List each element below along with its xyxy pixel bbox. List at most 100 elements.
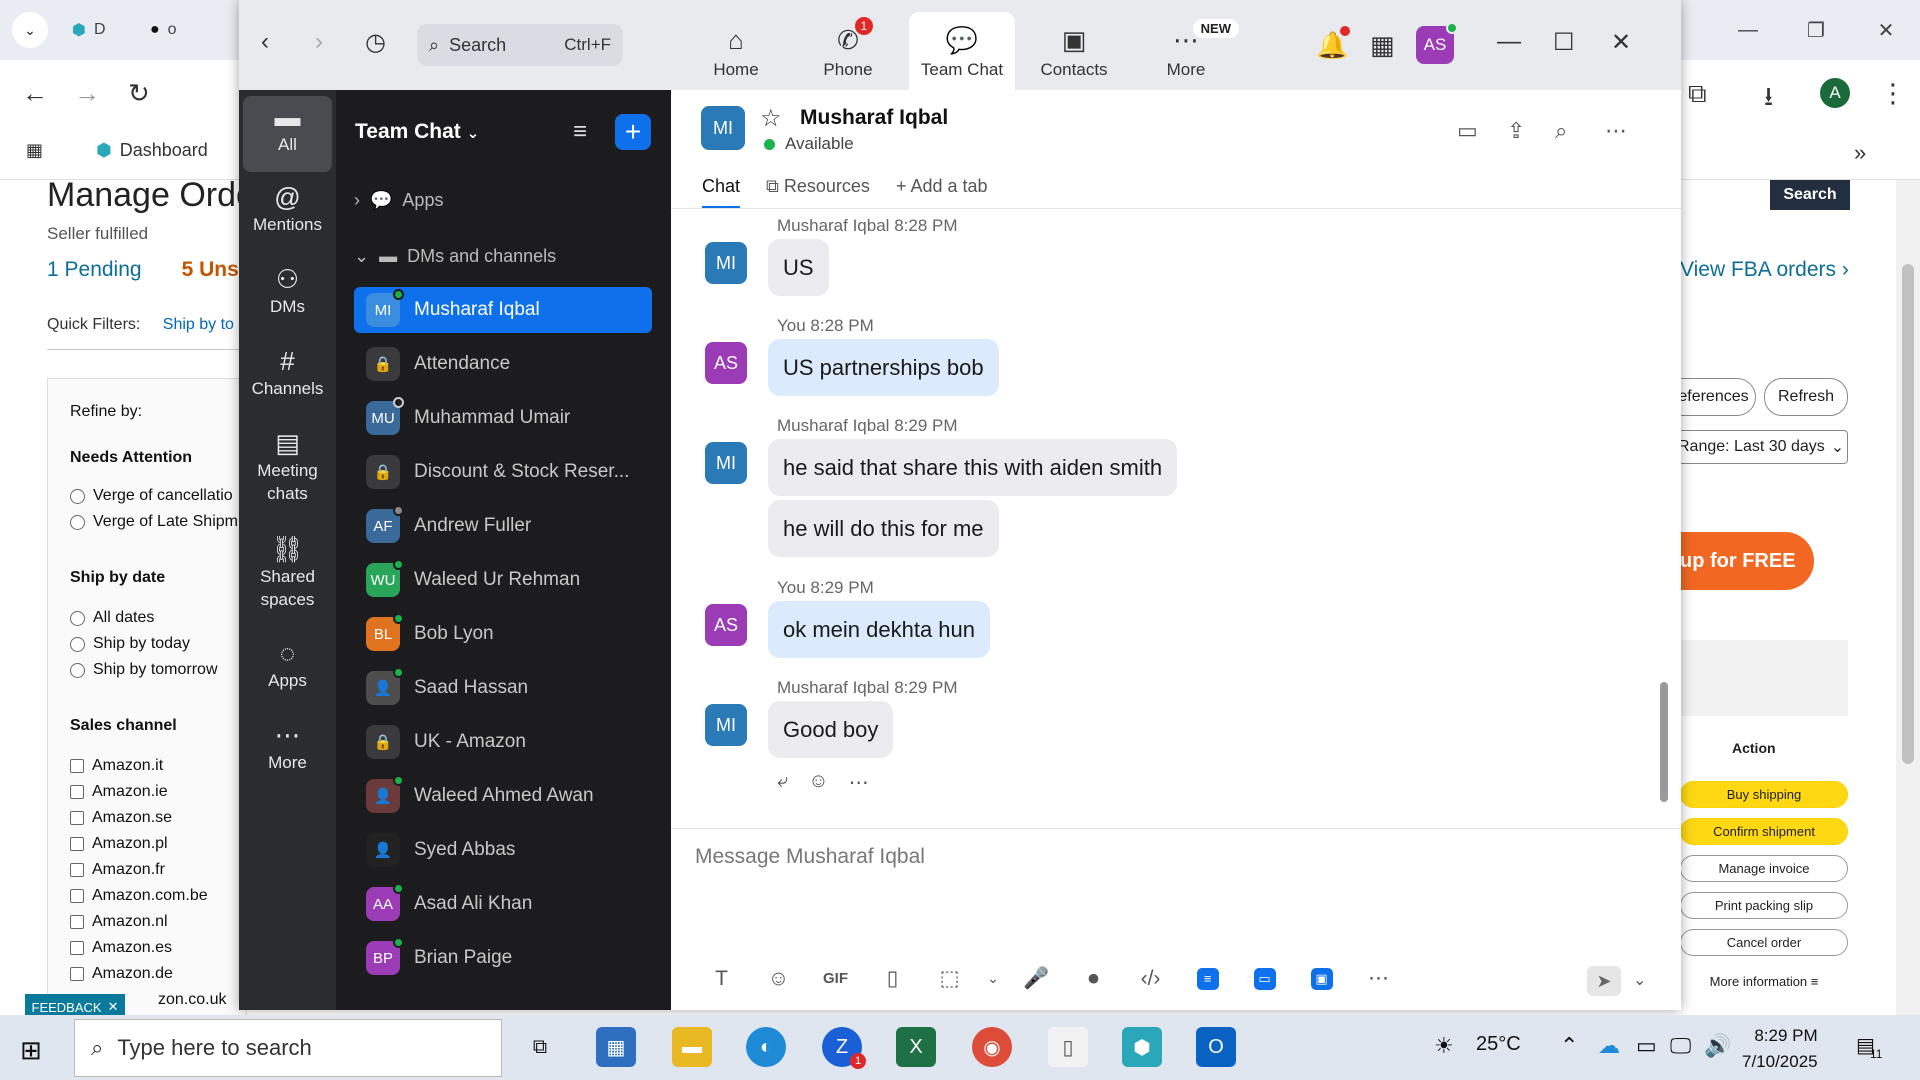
whiteboard-app-icon[interactable]: ▭ xyxy=(1236,967,1293,990)
print-packing-slip-button[interactable]: Print packing slip xyxy=(1680,892,1848,919)
rail-more[interactable]: ⋯ More xyxy=(243,722,332,774)
avatar[interactable]: MI xyxy=(705,704,747,746)
edge-icon[interactable]: ◐ xyxy=(746,1027,786,1067)
notifications-bell-icon[interactable]: 🔔 xyxy=(1316,26,1351,61)
code-block-icon[interactable]: ‹/› xyxy=(1122,967,1179,991)
app-icon[interactable]: ⬢ xyxy=(1122,1027,1162,1067)
quick-filter-ship-link[interactable]: Ship by to xyxy=(163,316,234,333)
share-screen-icon[interactable]: ⇪ xyxy=(1507,118,1525,144)
zoom-search[interactable]: ⌕ Search Ctrl+F xyxy=(417,24,623,66)
chevron-up-icon[interactable]: ⌃ xyxy=(1560,1033,1578,1059)
tab-unshipped[interactable]: 5 Uns xyxy=(182,258,239,282)
microphone-icon[interactable]: 🎤 xyxy=(1008,967,1065,991)
format-text-icon[interactable]: T xyxy=(693,967,750,991)
network-icon[interactable]: 🖵 xyxy=(1670,1033,1691,1059)
contact-item[interactable]: BL Bob Lyon xyxy=(354,611,652,657)
page-scrollbar[interactable] xyxy=(1896,180,1920,1015)
close-icon[interactable]: ✕ xyxy=(1611,28,1631,57)
sales-channel-option[interactable]: Amazon.es xyxy=(70,939,172,957)
reply-icon[interactable]: ⤶ xyxy=(777,770,788,795)
sales-channel-option[interactable]: Amazon.ie xyxy=(70,783,168,801)
close-icon[interactable]: ✕ xyxy=(108,999,119,1015)
manage-invoice-button[interactable]: Manage invoice xyxy=(1680,855,1848,882)
more-bookmarks-icon[interactable]: » xyxy=(1854,140,1866,166)
zoom-app-icon[interactable]: Z1 xyxy=(822,1027,866,1069)
search-button[interactable]: Search xyxy=(1770,180,1850,210)
contact-item[interactable]: 👤 Syed Abbas xyxy=(354,827,652,873)
needs-attention-option[interactable]: Verge of cancellatio xyxy=(70,487,233,505)
sales-channel-option[interactable]: Amazon.de xyxy=(70,965,173,983)
file-icon[interactable]: ▯ xyxy=(864,966,921,991)
avatar[interactable]: MI xyxy=(705,242,747,284)
star-icon[interactable]: ☆ xyxy=(760,104,782,133)
tab-phone[interactable]: ✆ 1 Phone xyxy=(795,12,901,90)
forward-icon[interactable]: › xyxy=(315,28,323,56)
outlook-icon[interactable]: O xyxy=(1196,1027,1236,1067)
rail-channels[interactable]: # Channels xyxy=(243,348,332,400)
calculator-icon[interactable]: ▦ xyxy=(596,1027,636,1067)
docs-app-icon[interactable]: ≡ xyxy=(1179,967,1236,990)
chat-avatar[interactable]: MI xyxy=(701,106,745,150)
section-apps[interactable]: › 💬 Apps xyxy=(354,190,443,211)
tab-team-chat[interactable]: 💬 Team Chat xyxy=(909,12,1015,90)
user-avatar[interactable]: AS xyxy=(1416,22,1458,64)
sales-channel-option[interactable]: Amazon.it xyxy=(70,757,163,775)
sales-channel-option[interactable]: Amazon.pl xyxy=(70,835,168,853)
sales-channel-option[interactable]: Amazon.se xyxy=(70,809,172,827)
chevron-down-icon[interactable]: ⌄ xyxy=(1633,970,1646,990)
contact-item[interactable]: 👤 Saad Hassan xyxy=(354,665,652,711)
extensions-icon[interactable]: ⧉ xyxy=(1688,78,1707,110)
new-chat-button[interactable]: + xyxy=(615,114,651,150)
date-range-select[interactable]: Range: Last 30 days ⌄ xyxy=(1672,430,1848,464)
channel-item[interactable]: 🔒 Attendance xyxy=(354,341,652,387)
view-fba-link[interactable]: View FBA orders › xyxy=(1680,258,1849,282)
notes-app-icon[interactable]: ▣ xyxy=(1293,967,1350,990)
message-bubble[interactable]: he will do this for me xyxy=(768,500,999,557)
video-message-icon[interactable]: ⏺ xyxy=(1065,967,1122,991)
profile-avatar[interactable]: A xyxy=(1820,78,1850,108)
refresh-button[interactable]: Refresh xyxy=(1764,378,1848,416)
sales-channel-option[interactable]: Amazon.com.be xyxy=(70,887,208,905)
rail-meeting-chats[interactable]: ▤ Meeting chats xyxy=(243,430,332,505)
preferences-button[interactable]: eferences xyxy=(1672,378,1756,416)
chat-scrollbar[interactable] xyxy=(1660,212,1668,802)
message-bubble[interactable]: ok mein dekhta hun xyxy=(768,601,991,658)
channel-item[interactable]: 🔒 Discount & Stock Reser... xyxy=(354,449,652,495)
clock[interactable]: 8:29 PM 7/10/2025 xyxy=(1742,1023,1818,1075)
screenshot-icon[interactable]: ⬚ xyxy=(921,966,978,991)
chrome-icon[interactable]: ◉ xyxy=(972,1027,1012,1067)
rail-apps[interactable]: ◌ Apps xyxy=(243,640,332,692)
back-icon[interactable]: ‹ xyxy=(261,28,269,56)
sales-channel-option[interactable]: Amazon.fr xyxy=(70,861,165,879)
chat-contact-name[interactable]: Musharaf Iqbal xyxy=(800,106,948,130)
ship-by-date-option[interactable]: Ship by today xyxy=(70,635,190,653)
tab-add[interactable]: + Add a tab xyxy=(896,176,988,209)
contact-item[interactable]: 👤 Waleed Ahmed Awan xyxy=(354,773,652,819)
message-bubble[interactable]: US xyxy=(768,239,829,296)
browser-tab[interactable]: ⬢ D xyxy=(72,14,106,46)
tab-resources[interactable]: ⧉ Resources xyxy=(766,176,870,209)
avatar[interactable]: MI xyxy=(705,442,747,484)
minimize-icon[interactable]: — xyxy=(1497,28,1521,56)
notification-center-icon[interactable]: ▤ 11 xyxy=(1856,1033,1882,1061)
browser-minimize-icon[interactable]: — xyxy=(1718,10,1778,50)
tab-home[interactable]: ⌂ Home xyxy=(683,12,789,90)
rail-dms[interactable]: ⚇ DMs xyxy=(243,266,332,318)
chevron-down-icon[interactable]: ⌄ xyxy=(978,970,1008,987)
notepad-icon[interactable]: ▯ xyxy=(1048,1027,1088,1067)
buy-shipping-button[interactable]: Buy shipping xyxy=(1680,781,1848,808)
reload-icon[interactable]: ↻ xyxy=(128,78,150,109)
cancel-order-button[interactable]: Cancel order xyxy=(1680,929,1848,956)
more-options-icon[interactable]: ⋯ xyxy=(1350,966,1407,991)
weather-icon[interactable]: ☀ xyxy=(1434,1033,1454,1059)
more-information-link[interactable]: More information ≡ xyxy=(1680,968,1848,995)
message-bubble[interactable]: US partnerships bob xyxy=(768,339,999,396)
emoji-reaction-icon[interactable]: ☺ xyxy=(808,770,828,795)
rail-all[interactable]: ▬ All xyxy=(243,96,332,172)
tab-contacts[interactable]: ▣ Contacts xyxy=(1021,12,1127,90)
contact-item[interactable]: MI Musharaf Iqbal xyxy=(354,287,652,333)
ship-by-date-option[interactable]: Ship by tomorrow xyxy=(70,661,218,679)
avatar[interactable]: AS xyxy=(705,604,747,646)
excel-icon[interactable]: X xyxy=(896,1027,936,1067)
bookmark-dashboard[interactable]: ⬢ Dashboard xyxy=(96,140,208,161)
